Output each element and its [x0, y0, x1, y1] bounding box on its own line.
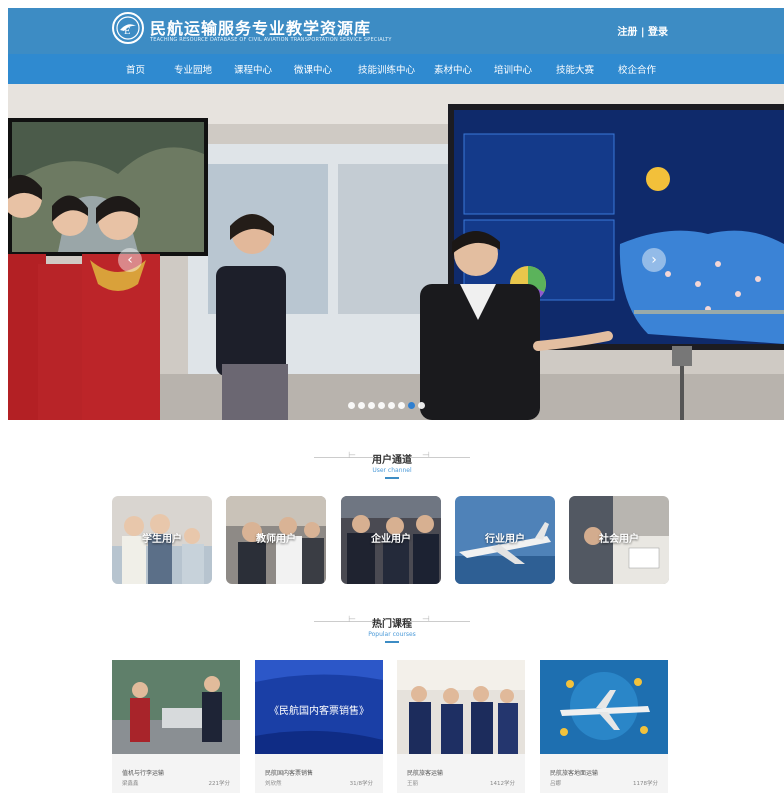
title-underline: [385, 641, 399, 643]
course-info: 值机与行李运输 梁鑫鑫 221学分: [112, 754, 240, 793]
channel-label: 教师用户: [256, 534, 296, 545]
divider: [410, 621, 470, 622]
nav-item-microcourses[interactable]: 微课中心: [294, 62, 332, 76]
popular-courses-title: 热门课程: [372, 619, 412, 630]
course-hours: 221学分: [208, 781, 231, 787]
carousel-dot[interactable]: [368, 402, 375, 409]
course-card[interactable]: 民航旅客地面运输 吕娜 1178学分: [540, 660, 668, 793]
course-name: 民航国内客票销售: [265, 770, 314, 777]
chevron-left-icon[interactable]: ‹: [118, 248, 142, 272]
carousel-dot[interactable]: [418, 402, 425, 409]
nav-item-materials[interactable]: 素材中心: [434, 62, 472, 76]
carousel-dot[interactable]: [398, 402, 405, 409]
course-info: 民航国内客票销售 刘欣然 31/8学分: [255, 754, 383, 793]
chevron-right-icon[interactable]: ›: [642, 248, 666, 272]
nav-item-competition[interactable]: 技能大赛: [556, 62, 594, 76]
course-teacher: 吕娜: [550, 781, 562, 787]
arrow-left-icon: ⊣: [422, 451, 430, 461]
nav-item-courses[interactable]: 课程中心: [234, 62, 272, 76]
course-hours: 1412学分: [490, 781, 515, 787]
user-channel-subtitle: User channel: [372, 467, 412, 474]
course-teacher: 梁鑫鑫: [122, 781, 139, 787]
divider: [314, 457, 374, 458]
course-hours: 31/8学分: [349, 781, 373, 787]
nav-item-home[interactable]: 首页: [126, 62, 145, 76]
carousel-dot[interactable]: [388, 402, 395, 409]
course-info: 民航旅客地面运输 吕娜 1178学分: [540, 754, 668, 793]
course-name: 民航旅客运输: [407, 770, 444, 777]
course-name: 民航旅客地面运输: [550, 770, 599, 777]
course-thumbnail: [112, 660, 240, 754]
logo-icon[interactable]: E: [112, 12, 144, 44]
title-underline: [385, 477, 399, 479]
nav-item-training[interactable]: 培训中心: [494, 62, 532, 76]
course-teacher: 王丽: [407, 781, 419, 787]
channel-label: 学生用户: [142, 534, 182, 545]
course-teacher: 刘欣然: [265, 781, 282, 787]
nav-item-major[interactable]: 专业园地: [174, 62, 212, 76]
channel-teacher[interactable]: 教师用户: [226, 496, 326, 584]
course-info: 民航旅客运输 王丽 1412学分: [397, 754, 525, 793]
svg-text:E: E: [124, 27, 131, 37]
carousel-dot[interactable]: [378, 402, 385, 409]
user-channel-header: ⊢ ⊣ 用户通道 User channel: [0, 451, 784, 479]
popular-courses-subtitle: Popular courses: [368, 631, 416, 638]
channel-industry[interactable]: 行业用户: [455, 496, 555, 584]
course-hours: 1178学分: [633, 781, 658, 787]
carousel-dots: [348, 402, 425, 409]
site-subtitle: TEACHING RESOURCE DATABASE OF CIVIL AVIA…: [150, 37, 392, 43]
channel-enterprise[interactable]: 企业用户: [341, 496, 441, 584]
course-name: 值机与行李运输: [122, 770, 165, 777]
top-bar: E 民航运输服务专业教学资源库 TEACHING RESOURCE DATABA…: [8, 8, 784, 54]
course-card[interactable]: 《民航国内客票销售》 民航国内客票销售 刘欣然 31/8学分: [255, 660, 383, 793]
course-thumbnail: [397, 660, 525, 754]
nav-item-cooperation[interactable]: 校企合作: [618, 62, 656, 76]
course-card[interactable]: 值机与行李运输 梁鑫鑫 221学分: [112, 660, 240, 793]
arrow-right-icon: ⊢: [348, 451, 356, 461]
popular-courses-header: ⊢ ⊣ 热门课程 Popular courses: [0, 615, 784, 643]
channel-student[interactable]: 学生用户: [112, 496, 212, 584]
hero-banner[interactable]: ‹ ›: [8, 84, 784, 420]
arrow-right-icon: ⊢: [348, 615, 356, 625]
course-card[interactable]: 民航旅客运输 王丽 1412学分: [397, 660, 525, 793]
nav-item-skills[interactable]: 技能训练中心: [358, 62, 415, 76]
course-thumb-title: 《民航国内客票销售》: [269, 706, 369, 717]
divider: [314, 621, 374, 622]
divider: [410, 457, 470, 458]
channel-public[interactable]: 社会用户: [569, 496, 669, 584]
channel-label: 行业用户: [485, 534, 525, 545]
channel-label: 社会用户: [599, 534, 639, 545]
arrow-left-icon: ⊣: [422, 615, 430, 625]
carousel-dot[interactable]: [348, 402, 355, 409]
site-title: 民航运输服务专业教学资源库: [150, 19, 372, 38]
course-thumbnail: [540, 660, 668, 754]
main-nav: 首页 专业园地 课程中心 微课中心 技能训练中心 素材中心 培训中心 技能大赛 …: [8, 54, 784, 84]
carousel-dot-active[interactable]: [408, 402, 415, 409]
user-channel-title: 用户通道: [372, 455, 412, 466]
course-thumbnail: 《民航国内客票销售》: [255, 660, 383, 754]
register-login-link[interactable]: 注册 | 登录: [617, 23, 668, 38]
channel-label: 企业用户: [371, 534, 411, 545]
carousel-dot[interactable]: [358, 402, 365, 409]
